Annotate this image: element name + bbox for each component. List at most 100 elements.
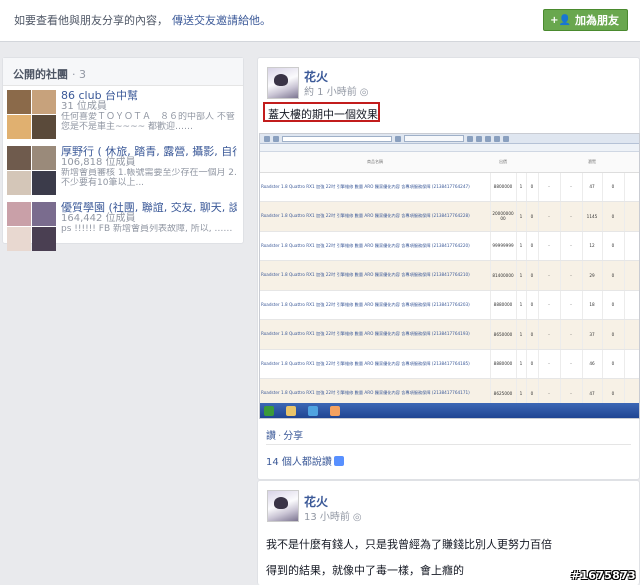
table-cell: - — [537, 231, 560, 261]
group-info: 86 club 台中幫 31 位成員 任何喜愛ＴＯＹＯＴＡ ８６的中部人 不管您是不… — [61, 90, 237, 132]
table-cell: - — [559, 260, 582, 291]
group-member-count: 106,818 位成員 — [61, 157, 136, 168]
table-cell: 8880000 — [489, 290, 516, 320]
table-cell: - — [559, 231, 582, 261]
add-friend-button[interactable]: +👤 加為朋友 — [543, 9, 628, 31]
group-thumbnail-image — [32, 202, 56, 226]
group-thumbnail[interactable] — [7, 146, 56, 195]
group-thumbnail-image — [32, 90, 56, 114]
table-cell: 37 — [581, 319, 602, 350]
table-cell: 99999999 — [489, 231, 516, 261]
avatar[interactable] — [267, 490, 299, 522]
public-groups-panel: 公開的社團 · 3 86 club 台中幫 31 位成員 任何喜愛ＴＯＹＯＴＡ ８６的… — [2, 57, 244, 251]
add-friend-icon: +👤 — [550, 14, 571, 26]
public-groups-title[interactable]: 公開的社團 — [13, 68, 68, 81]
table-cell: 29 — [581, 260, 602, 291]
share-link[interactable]: 分享 — [283, 431, 303, 442]
group-member-count: 164,442 位成員 — [61, 213, 136, 224]
group-item[interactable]: 86 club 台中幫 31 位成員 任何喜愛ＴＯＹＯＴＡ ８６的中部人 不管您是不… — [3, 90, 243, 142]
table-cell: 20000000 00 — [489, 201, 516, 232]
table-cell: 0 — [601, 290, 624, 320]
group-name[interactable]: 厚野行 ( 休旅, 踏青, 露營, 攝影, 自行車… — [61, 146, 237, 157]
table-cell — [623, 172, 639, 202]
listing-title: Roadster 1.8 Quattro RX1 加強 22吋 引擎維修 數量 … — [260, 349, 490, 379]
table-cell: - — [559, 201, 582, 232]
table-cell: 1 — [515, 201, 526, 232]
table-cell: 12 — [581, 231, 602, 261]
post-time-text: 13 小時前 — [304, 512, 350, 523]
post-caption: 蓋大樓的期中一個效果 — [263, 102, 380, 122]
browser-toolbar — [260, 134, 639, 144]
table-cell: 1 — [515, 231, 526, 261]
likes-count[interactable]: 14 個人都說讚 — [266, 453, 344, 468]
group-item[interactable]: 優質學園 (社團, 聯誼, 交友, 聊天, 談心…)164,442 位成員ps … — [3, 202, 243, 254]
table-cell: 1145 — [581, 201, 602, 232]
table-cell: 0 — [525, 319, 538, 350]
send-friend-request-link[interactable]: 傳送交友邀請給他。 — [172, 14, 271, 27]
table-cell: 18 — [581, 290, 602, 320]
table-row: Roadster 1.8 Quattro RX1 加強 22吋 引擎維修 數量 … — [260, 172, 639, 202]
table-cell: - — [559, 172, 582, 202]
table-cell: - — [537, 319, 560, 350]
table-row: Roadster 1.8 Quattro RX1 加強 22吋 引擎維修 數量 … — [260, 290, 639, 320]
table-row: Roadster 1.8 Quattro RX1 加強 22吋 引擎維修 數量 … — [260, 260, 639, 291]
post-text-line: 我不是什麼有錢人，只是我曾經為了賺錢比別人更努力百倍 — [266, 538, 552, 551]
group-info: 厚野行 ( 休旅, 踏青, 露營, 攝影, 自行車…106,818 位成員新增會… — [61, 146, 237, 188]
post-timestamp[interactable]: 約 1 小時前 ◎ — [304, 83, 368, 98]
table-cell: - — [559, 290, 582, 320]
group-thumbnail-image — [7, 146, 31, 170]
thumbs-up-icon — [333, 456, 344, 466]
table-row: Roadster 1.8 Quattro RX1 加強 22吋 引擎維修 數量 … — [260, 201, 639, 232]
table-cell — [623, 349, 639, 379]
globe-icon: ◎ — [359, 87, 369, 98]
group-name[interactable]: 86 club 台中幫 — [61, 90, 237, 101]
table-cell: 8880000 — [489, 349, 516, 379]
table-cell: 0 — [601, 319, 624, 350]
avatar[interactable] — [267, 67, 299, 99]
table-cell: 0 — [601, 349, 624, 379]
group-thumbnail[interactable] — [7, 202, 56, 251]
table-cell: 1 — [515, 260, 526, 291]
table-cell: - — [559, 319, 582, 350]
post-text-line: 得到的結果，就像中了毒一樣，會上癮的 — [266, 564, 464, 577]
group-thumbnail-image — [7, 90, 31, 114]
table-cell: 81400000 — [489, 260, 516, 291]
table-cell: 46 — [581, 349, 602, 379]
table-cell: 0 — [601, 201, 624, 232]
group-thumbnail[interactable] — [7, 90, 56, 139]
post-timestamp[interactable]: 13 小時前 ◎ — [304, 508, 362, 523]
group-thumbnail-image — [32, 115, 56, 139]
listing-title: Roadster 1.8 Quattro RX1 加強 22吋 引擎維修 數量 … — [260, 231, 490, 261]
table-cell: 1 — [515, 172, 526, 202]
post-photo[interactable]: 商品名稱 出價 瀏覽 Roadster 1.8 Quattro RX1 加強 22吋… — [259, 133, 640, 419]
table-cell: - — [537, 260, 560, 291]
add-friend-label: 加為朋友 — [575, 14, 619, 27]
like-link[interactable]: 讚 — [266, 431, 276, 442]
listing-title: Roadster 1.8 Quattro RX1 加強 22吋 引擎維修 數量 … — [260, 172, 490, 202]
group-thumbnail-image — [32, 227, 56, 251]
table-cell: 0 — [525, 290, 538, 320]
table-row: Roadster 1.8 Quattro RX1 加強 22吋 引擎維修 數量 … — [260, 231, 639, 261]
table-cell: 0 — [525, 349, 538, 379]
friend-request-bar: 如要查看他與朋友分享的內容， 傳送交友邀請給他。 +👤 加為朋友 — [0, 0, 640, 42]
table-cell: 0 — [525, 260, 538, 291]
table-cell — [623, 201, 639, 232]
group-thumbnail-image — [7, 227, 31, 251]
table-cell: 47 — [581, 172, 602, 202]
table-cell — [623, 290, 639, 320]
table-cell: 0 — [525, 231, 538, 261]
group-description: 任何喜愛ＴＯＹＯＴＡ ８６的中部人 不管您是不是車主~~~~ 都歡迎…… — [61, 112, 235, 132]
group-item[interactable]: 厚野行 ( 休旅, 踏青, 露營, 攝影, 自行車…106,818 位成員新增會… — [3, 146, 243, 198]
message-text: 如要查看他與朋友分享的內容， — [14, 14, 168, 27]
table-cell: 1 — [515, 290, 526, 320]
group-name[interactable]: 優質學園 (社團, 聯誼, 交友, 聊天, 談心…) — [61, 202, 237, 213]
table-cell: 8800000 — [489, 172, 516, 202]
group-thumbnail-image — [7, 115, 31, 139]
table-cell: 0 — [601, 260, 624, 291]
public-groups-count: · 3 — [72, 68, 86, 81]
globe-icon: ◎ — [352, 512, 362, 523]
listing-title: Roadster 1.8 Quattro RX1 加強 22吋 引擎維修 數量 … — [260, 201, 490, 232]
group-thumbnail-image — [32, 171, 56, 195]
table-row: Roadster 1.8 Quattro RX1 加強 22吋 引擎維修 數量 … — [260, 349, 639, 379]
table-cell: 0 — [525, 201, 538, 232]
